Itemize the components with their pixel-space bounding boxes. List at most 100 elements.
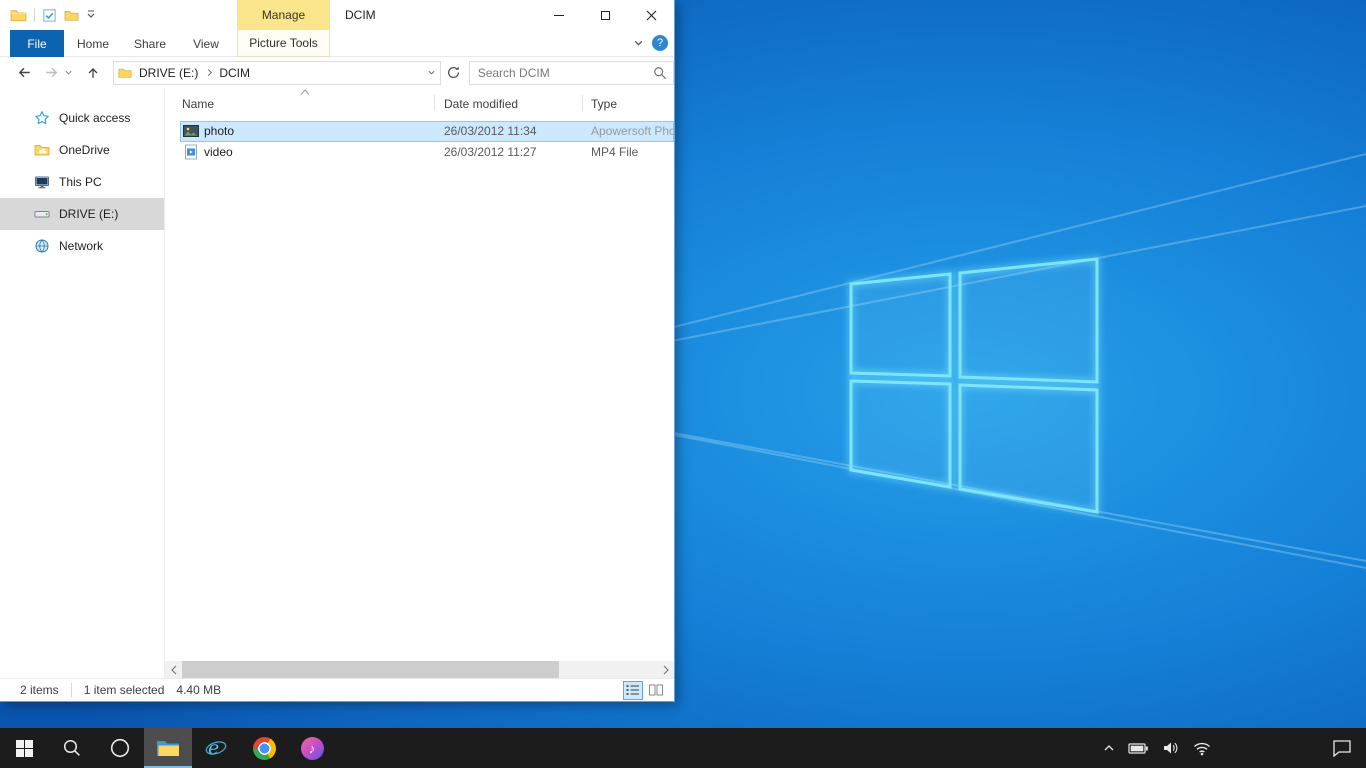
sidebar-item-this-pc[interactable]: This PC xyxy=(0,166,164,198)
file-type: MP4 File xyxy=(591,145,674,159)
breadcrumb-segment-dcim[interactable]: DCIM xyxy=(212,66,257,80)
recent-locations-chevron-icon[interactable] xyxy=(64,68,73,77)
tray-chevron-up-icon[interactable] xyxy=(1103,743,1115,753)
start-button[interactable] xyxy=(0,728,48,768)
properties-qat-icon[interactable] xyxy=(42,8,57,23)
details-view-icon xyxy=(626,684,640,696)
help-icon[interactable]: ? xyxy=(652,35,668,51)
internet-explorer-icon: e xyxy=(204,736,228,760)
file-list: Name Date modified Type photo 26/03/2012… xyxy=(165,88,674,678)
action-center-icon[interactable] xyxy=(1332,739,1352,757)
search-input[interactable] xyxy=(470,66,653,80)
window-title: DCIM xyxy=(345,0,376,30)
ribbon-tab-file[interactable]: File xyxy=(10,30,64,57)
start-icon xyxy=(16,740,33,757)
location-folder-icon xyxy=(118,66,132,80)
ribbon-tab-picture-tools[interactable]: Picture Tools xyxy=(237,30,330,57)
sidebar-item-network[interactable]: Network xyxy=(0,230,164,262)
taskbar: e ♪ xyxy=(0,728,1366,768)
photo-file-icon xyxy=(183,123,199,139)
column-header-type[interactable]: Type xyxy=(591,94,701,114)
scroll-right-icon[interactable] xyxy=(657,661,674,678)
title-bar[interactable]: Manage DCIM xyxy=(0,0,674,30)
ribbon-tab-view[interactable]: View xyxy=(182,30,230,57)
sidebar-item-quick-access[interactable]: Quick access xyxy=(0,102,164,134)
column-header-name[interactable]: Name xyxy=(182,94,422,114)
itunes-button[interactable]: ♪ xyxy=(288,728,336,768)
ribbon-tab-share[interactable]: Share xyxy=(124,30,176,57)
breadcrumb-separator-icon[interactable] xyxy=(205,69,212,76)
file-row-photo[interactable]: photo 26/03/2012 11:34 Apowersoft Pho xyxy=(180,121,674,142)
chrome-icon xyxy=(253,737,276,760)
ribbon-tab-home[interactable]: Home xyxy=(68,30,118,57)
sidebar-item-onedrive[interactable]: OneDrive xyxy=(0,134,164,166)
quick-access-star-icon xyxy=(34,110,50,126)
battery-icon[interactable] xyxy=(1128,740,1149,756)
wifi-icon[interactable] xyxy=(1193,740,1211,756)
breadcrumb-segment-drive[interactable]: DRIVE (E:) xyxy=(132,66,205,80)
scroll-left-icon[interactable] xyxy=(165,661,182,678)
itunes-icon: ♪ xyxy=(301,737,324,760)
sidebar-item-drive-e[interactable]: DRIVE (E:) xyxy=(0,198,164,230)
explorer-content: Quick access OneDrive This PC xyxy=(0,88,674,678)
video-file-icon xyxy=(183,144,199,160)
search-icon xyxy=(62,738,82,758)
sidebar-item-label: This PC xyxy=(59,175,102,189)
qat-customize-chevron-icon[interactable] xyxy=(86,10,96,20)
file-row-video[interactable]: video 26/03/2012 11:27 MP4 File xyxy=(180,142,674,163)
maximize-button[interactable] xyxy=(582,0,628,30)
selection-size: 4.40 MB xyxy=(176,683,221,697)
ribbon-expand-chevron-icon[interactable] xyxy=(633,38,644,49)
items-count: 2 items xyxy=(20,683,59,697)
taskbar-search-button[interactable] xyxy=(48,728,96,768)
address-dropdown-chevron-icon[interactable] xyxy=(427,68,436,77)
onedrive-folder-icon xyxy=(34,142,50,158)
drive-icon xyxy=(34,206,50,222)
quick-access-toolbar xyxy=(10,0,96,30)
search-icon[interactable] xyxy=(653,66,667,80)
search-box[interactable] xyxy=(469,61,674,85)
up-button[interactable] xyxy=(85,65,101,81)
selection-info: 1 item selected xyxy=(84,683,165,697)
sidebar-item-label: DRIVE (E:) xyxy=(59,207,118,221)
system-tray xyxy=(1103,728,1366,768)
new-folder-qat-icon[interactable] xyxy=(64,8,79,23)
large-icons-view-button[interactable] xyxy=(646,681,666,700)
svg-text:e: e xyxy=(208,737,219,759)
status-separator xyxy=(71,683,72,697)
taskbar-file-explorer-button[interactable] xyxy=(144,728,192,768)
column-separator[interactable] xyxy=(434,95,435,111)
window-controls xyxy=(536,0,674,30)
cortana-icon xyxy=(109,737,131,759)
scrollbar-thumb[interactable] xyxy=(182,661,559,678)
file-explorer-icon xyxy=(156,738,180,758)
refresh-button[interactable] xyxy=(446,65,461,80)
windows-logo xyxy=(851,259,1097,512)
address-bar[interactable]: DRIVE (E:) DCIM xyxy=(113,61,441,85)
speaker-icon[interactable] xyxy=(1162,740,1180,756)
column-separator[interactable] xyxy=(582,95,583,111)
cortana-button[interactable] xyxy=(96,728,144,768)
ribbon-tab-manage[interactable]: Manage xyxy=(237,0,330,30)
navigation-bar: DRIVE (E:) DCIM xyxy=(0,57,674,88)
sidebar-item-label: OneDrive xyxy=(59,143,110,157)
column-header-date-modified[interactable]: Date modified xyxy=(444,94,574,114)
sidebar-item-label: Quick access xyxy=(59,111,130,125)
horizontal-scrollbar[interactable] xyxy=(165,661,674,678)
file-date-modified: 26/03/2012 11:27 xyxy=(444,145,537,159)
details-view-button[interactable] xyxy=(623,681,643,700)
minimize-button[interactable] xyxy=(536,0,582,30)
internet-explorer-button[interactable]: e xyxy=(192,728,240,768)
back-button[interactable] xyxy=(16,64,33,81)
this-pc-icon xyxy=(34,174,50,190)
navigation-pane: Quick access OneDrive This PC xyxy=(0,88,165,678)
chrome-button[interactable] xyxy=(240,728,288,768)
file-type: Apowersoft Pho xyxy=(591,124,674,138)
close-icon xyxy=(646,10,657,21)
close-button[interactable] xyxy=(628,0,674,30)
file-explorer-window: Manage DCIM File Home Share View Picture… xyxy=(0,0,675,702)
qat-separator xyxy=(34,8,35,22)
sidebar-item-label: Network xyxy=(59,239,103,253)
forward-button[interactable] xyxy=(43,64,60,81)
file-name: video xyxy=(204,145,233,159)
